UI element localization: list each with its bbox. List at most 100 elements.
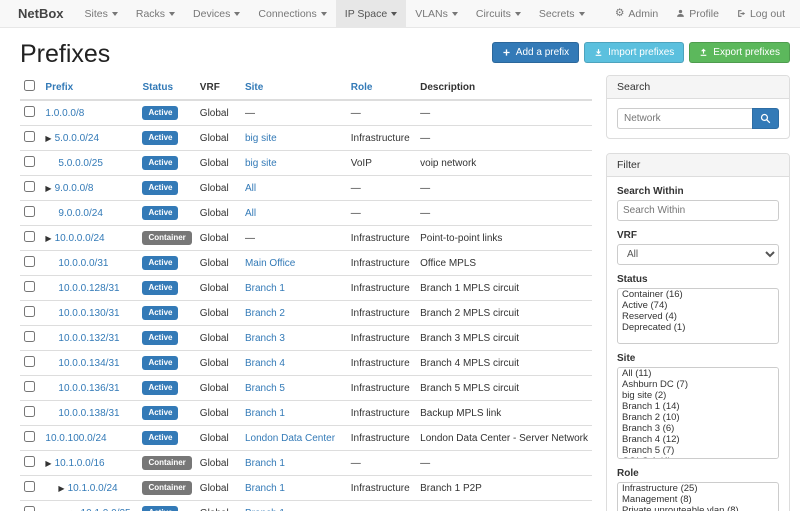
row-checkbox[interactable] [24,206,35,217]
prefix-link[interactable]: 5.0.0.0/25 [58,158,102,169]
listbox-option[interactable]: Container (16) [618,289,778,300]
row-checkbox[interactable] [24,131,35,142]
prefix-link[interactable]: 9.0.0.0/24 [58,208,102,219]
site-link[interactable]: Main Office [245,258,295,269]
listbox-option[interactable]: Branch 3 (6) [618,423,778,434]
listbox-option[interactable]: Branch 4 (12) [618,434,778,445]
prefix-link[interactable]: 10.1.0.0/24 [68,483,118,494]
row-checkbox[interactable] [24,456,35,467]
site-link[interactable]: Branch 1 [245,283,285,294]
prefix-link[interactable]: 10.0.0.0/24 [55,233,105,244]
listbox-option[interactable]: Ashburn DC (7) [618,379,778,390]
brand[interactable]: NetBox [6,0,76,27]
nav-item-secrets[interactable]: Secrets [530,0,594,27]
nav-item-sites[interactable]: Sites [76,0,127,27]
listbox-option[interactable]: Branch 5 (7) [618,445,778,456]
nav-item-circuits[interactable]: Circuits [467,0,530,27]
search-button[interactable] [752,108,779,129]
site-link[interactable]: London Data Center [245,433,335,444]
row-checkbox[interactable] [24,481,35,492]
prefix-link[interactable]: 5.0.0.0/24 [55,133,99,144]
row-checkbox[interactable] [24,431,35,442]
listbox-option[interactable]: Infrastructure (25) [618,483,778,494]
listbox-option[interactable]: Active (74) [618,300,778,311]
listbox-option[interactable]: Branch 1 (14) [618,401,778,412]
nav-item-ip-space[interactable]: IP Space [336,0,406,27]
expand-arrow-icon[interactable]: ▶ [45,459,51,468]
listbox-option[interactable]: COLO 1 (4) [618,456,778,459]
profile-link[interactable]: Profile [667,0,728,27]
prefix-link[interactable]: 10.0.0.132/31 [58,333,119,344]
nav-item-connections[interactable]: Connections [249,0,335,27]
row-checkbox[interactable] [24,181,35,192]
prefix-link[interactable]: 9.0.0.0/8 [55,183,94,194]
listbox-option[interactable]: Deprecated (1) [618,322,778,333]
prefix-link[interactable]: 10.1.0.0/25 [81,508,131,511]
row-checkbox[interactable] [24,256,35,267]
select-all-checkbox[interactable] [24,80,35,91]
site-link[interactable]: All [245,208,256,219]
vrf-cell: Global [196,351,241,376]
status-listbox[interactable]: Container (16)Active (74)Reserved (4)Dep… [617,288,779,344]
prefix-link[interactable]: 10.0.0.134/31 [58,358,119,369]
listbox-option[interactable]: Private unrouteable vlan (8) [618,505,778,511]
listbox-option[interactable]: Reserved (4) [618,311,778,322]
prefix-link[interactable]: 10.1.0.0/16 [55,458,105,469]
nav-item-devices[interactable]: Devices [184,0,249,27]
vrf-select[interactable]: All [617,244,779,265]
row-checkbox[interactable] [24,506,35,511]
role-cell: Infrastructure [347,326,416,351]
site-link[interactable]: big site [245,133,277,144]
role-listbox[interactable]: Infrastructure (25)Management (8)Private… [617,482,779,511]
row-checkbox[interactable] [24,281,35,292]
listbox-option[interactable]: Branch 2 (10) [618,412,778,423]
row-checkbox[interactable] [24,306,35,317]
add-prefix-button[interactable]: Add a prefix [492,42,579,63]
site-link[interactable]: Branch 4 [245,358,285,369]
site-link[interactable]: Branch 1 [245,508,285,511]
column-header-status[interactable]: Status [138,75,195,100]
prefix-link[interactable]: 10.0.0.0/31 [58,258,108,269]
column-header-role[interactable]: Role [347,75,416,100]
listbox-option[interactable]: All (11) [618,368,778,379]
expand-arrow-icon[interactable]: ▶ [45,184,51,193]
search-within-input[interactable] [617,200,779,221]
nav-item-racks[interactable]: Racks [127,0,184,27]
row-checkbox[interactable] [24,406,35,417]
prefix-link[interactable]: 10.0.0.128/31 [58,283,119,294]
site-link[interactable]: Branch 1 [245,483,285,494]
listbox-option[interactable]: big site (2) [618,390,778,401]
export-prefixes-button[interactable]: Export prefixes [689,42,790,63]
site-link[interactable]: Branch 3 [245,333,285,344]
row-checkbox[interactable] [24,156,35,167]
column-header-site[interactable]: Site [241,75,347,100]
row-checkbox[interactable] [24,331,35,342]
nav-item-vlans[interactable]: VLANs [406,0,467,27]
site-link[interactable]: Branch 1 [245,408,285,419]
row-checkbox[interactable] [24,356,35,367]
search-input[interactable] [617,108,752,129]
prefix-link[interactable]: 10.0.100.0/24 [45,433,106,444]
prefix-link[interactable]: 10.0.0.130/31 [58,308,119,319]
site-listbox[interactable]: All (11)Ashburn DC (7)big site (2)Branch… [617,367,779,459]
row-checkbox[interactable] [24,106,35,117]
prefix-link[interactable]: 1.0.0.0/8 [45,108,84,119]
listbox-option[interactable]: Management (8) [618,494,778,505]
admin-link[interactable]: ⚙ Admin [606,0,667,27]
import-prefixes-button[interactable]: Import prefixes [584,42,684,63]
row-checkbox[interactable] [24,231,35,242]
site-link[interactable]: big site [245,158,277,169]
site-link[interactable]: All [245,183,256,194]
row-checkbox[interactable] [24,381,35,392]
site-link[interactable]: Branch 1 [245,458,285,469]
site-link[interactable]: Branch 2 [245,308,285,319]
expand-arrow-icon[interactable]: ▶ [45,234,51,243]
site-link[interactable]: Branch 5 [245,383,285,394]
column-header-prefix[interactable]: Prefix [41,75,138,100]
prefix-link[interactable]: 10.0.0.138/31 [58,408,119,419]
log-out-link[interactable]: Log out [728,0,794,27]
expand-arrow-icon[interactable]: ▶ [45,134,51,143]
prefix-link[interactable]: 10.0.0.136/31 [58,383,119,394]
expand-arrow-icon[interactable]: ▶ [58,484,64,493]
site-cell: Branch 1 [241,276,347,301]
